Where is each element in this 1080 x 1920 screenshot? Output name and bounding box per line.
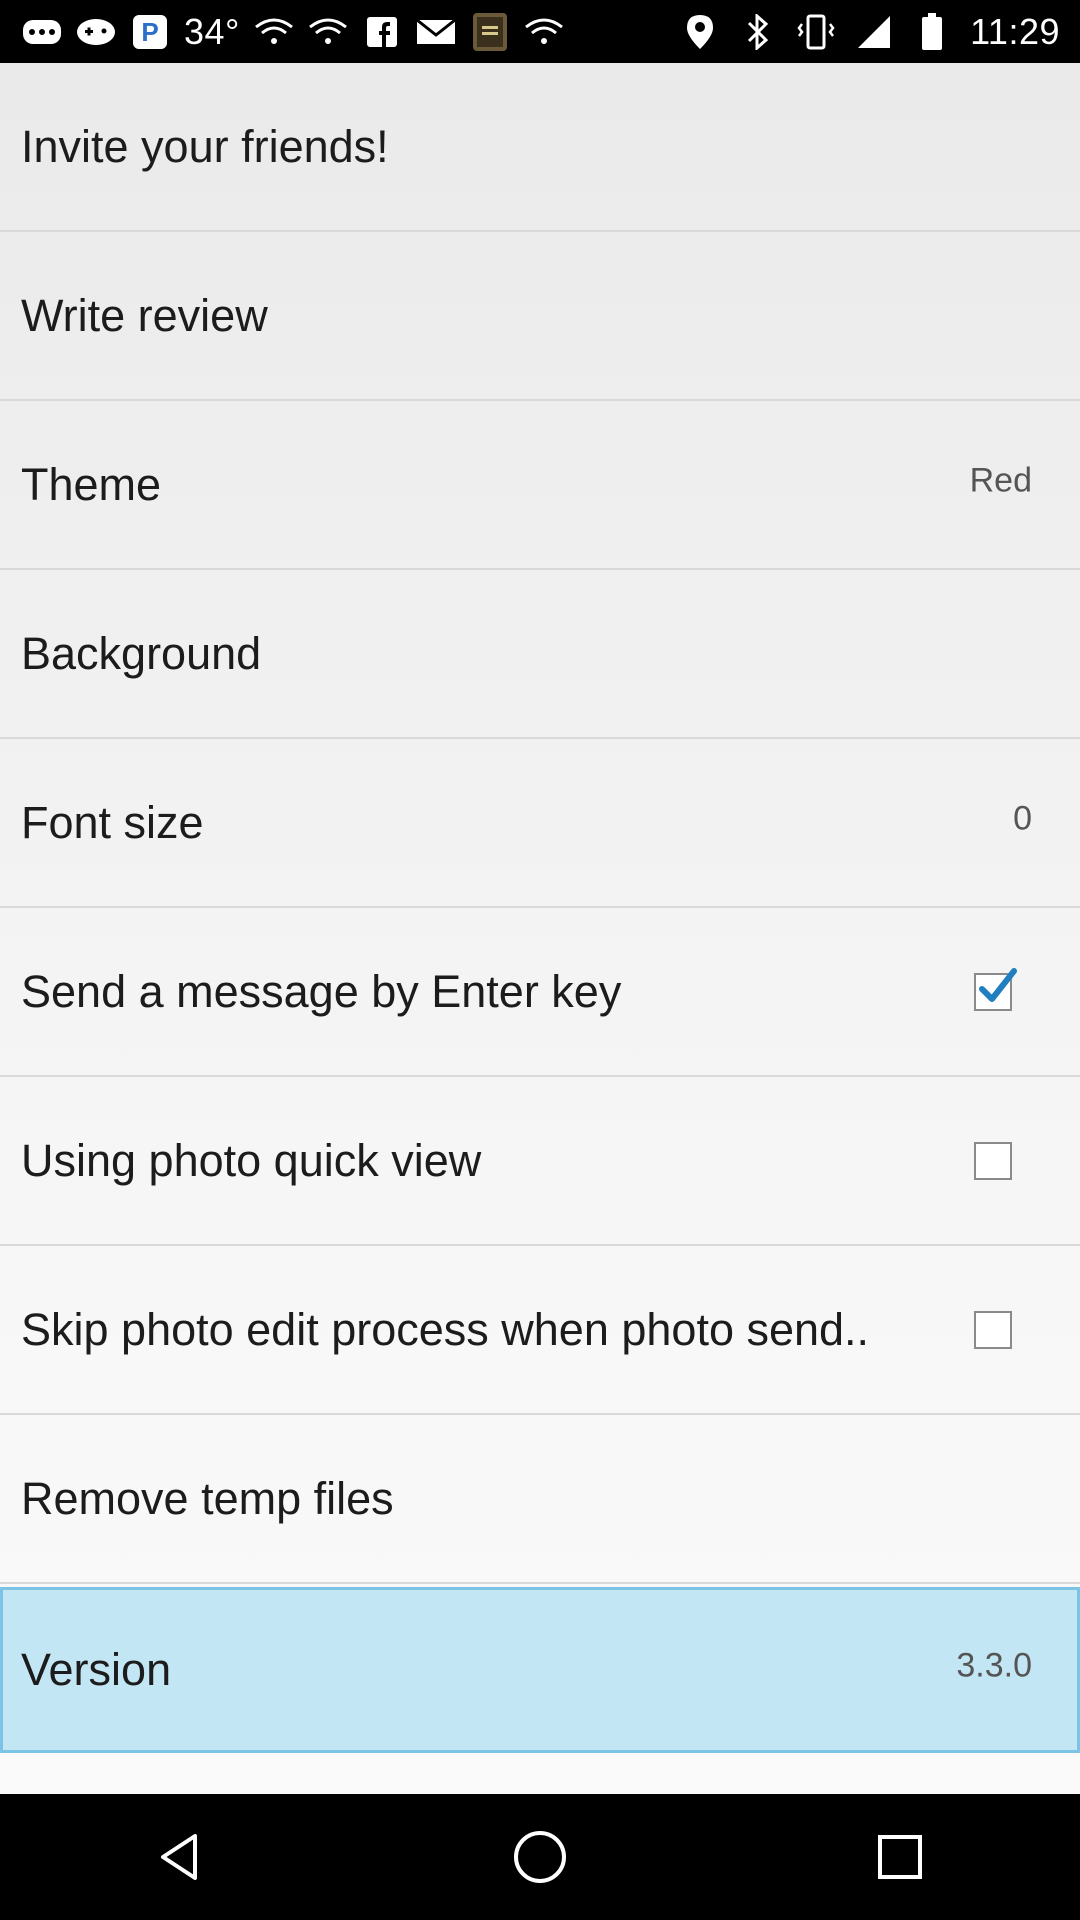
- setting-theme[interactable]: Theme Red: [0, 401, 1080, 570]
- gamepad-icon: [76, 14, 116, 50]
- setting-label: Background: [21, 627, 262, 679]
- bluetooth-icon: [738, 13, 778, 50]
- setting-label: Write review: [21, 289, 268, 341]
- pandora-icon: P: [130, 14, 170, 50]
- checkmark-icon: [979, 967, 1017, 1002]
- setting-background[interactable]: Background: [0, 570, 1080, 739]
- setting-photo-quick-view[interactable]: Using photo quick view: [0, 1077, 1080, 1246]
- skip-photo-edit-checkbox[interactable]: [974, 1310, 1012, 1349]
- setting-label: Font size: [21, 796, 204, 848]
- gmail-icon: [416, 14, 456, 50]
- recents-icon[interactable]: [840, 1797, 960, 1917]
- setting-skip-photo-edit[interactable]: Skip photo edit process when photo send.…: [0, 1246, 1080, 1415]
- setting-label: Using photo quick view: [21, 1134, 482, 1186]
- setting-remove-temp-files[interactable]: Remove temp files: [0, 1415, 1080, 1584]
- wifi-icon: [308, 14, 348, 50]
- setting-label: Version: [21, 1644, 172, 1695]
- photo-quick-view-checkbox[interactable]: [974, 1141, 1012, 1180]
- navigation-bar: [0, 1794, 1080, 1920]
- temperature-label: 34°: [184, 10, 240, 52]
- setting-value: 0: [1013, 799, 1032, 838]
- settings-list: Invite your friends! Write review Theme …: [0, 63, 1080, 1794]
- setting-version[interactable]: Version 3.3.0: [0, 1587, 1080, 1753]
- setting-value: Red: [969, 461, 1032, 500]
- battery-icon: [912, 12, 952, 50]
- setting-write-review[interactable]: Write review: [0, 232, 1080, 401]
- signal-icon: [854, 14, 894, 50]
- facebook-icon: [362, 14, 402, 50]
- vibrate-icon: [796, 14, 836, 50]
- wifi-icon: [524, 14, 564, 50]
- setting-invite-friends[interactable]: Invite your friends!: [0, 63, 1080, 232]
- location-icon: [680, 14, 720, 50]
- clock: 11:29: [970, 10, 1060, 52]
- setting-label: Theme: [21, 458, 162, 510]
- home-icon[interactable]: [480, 1797, 600, 1917]
- setting-label: Send a message by Enter key: [21, 965, 622, 1017]
- send-by-enter-checkbox[interactable]: [974, 967, 1017, 1011]
- setting-label: Remove temp files: [21, 1472, 394, 1524]
- holy-bible-icon: [470, 12, 510, 51]
- setting-label: Invite your friends!: [21, 120, 389, 172]
- svg-text:P: P: [141, 17, 158, 47]
- status-bar: P 34° 11:29: [0, 0, 1080, 63]
- wifi-icon: [254, 14, 294, 50]
- setting-font-size[interactable]: Font size 0: [0, 739, 1080, 908]
- messages-icon: [22, 14, 62, 50]
- setting-send-by-enter[interactable]: Send a message by Enter key: [0, 908, 1080, 1077]
- back-icon[interactable]: [120, 1797, 240, 1917]
- setting-value: 3.3.0: [956, 1646, 1032, 1685]
- setting-label: Skip photo edit process when photo send.…: [21, 1303, 870, 1355]
